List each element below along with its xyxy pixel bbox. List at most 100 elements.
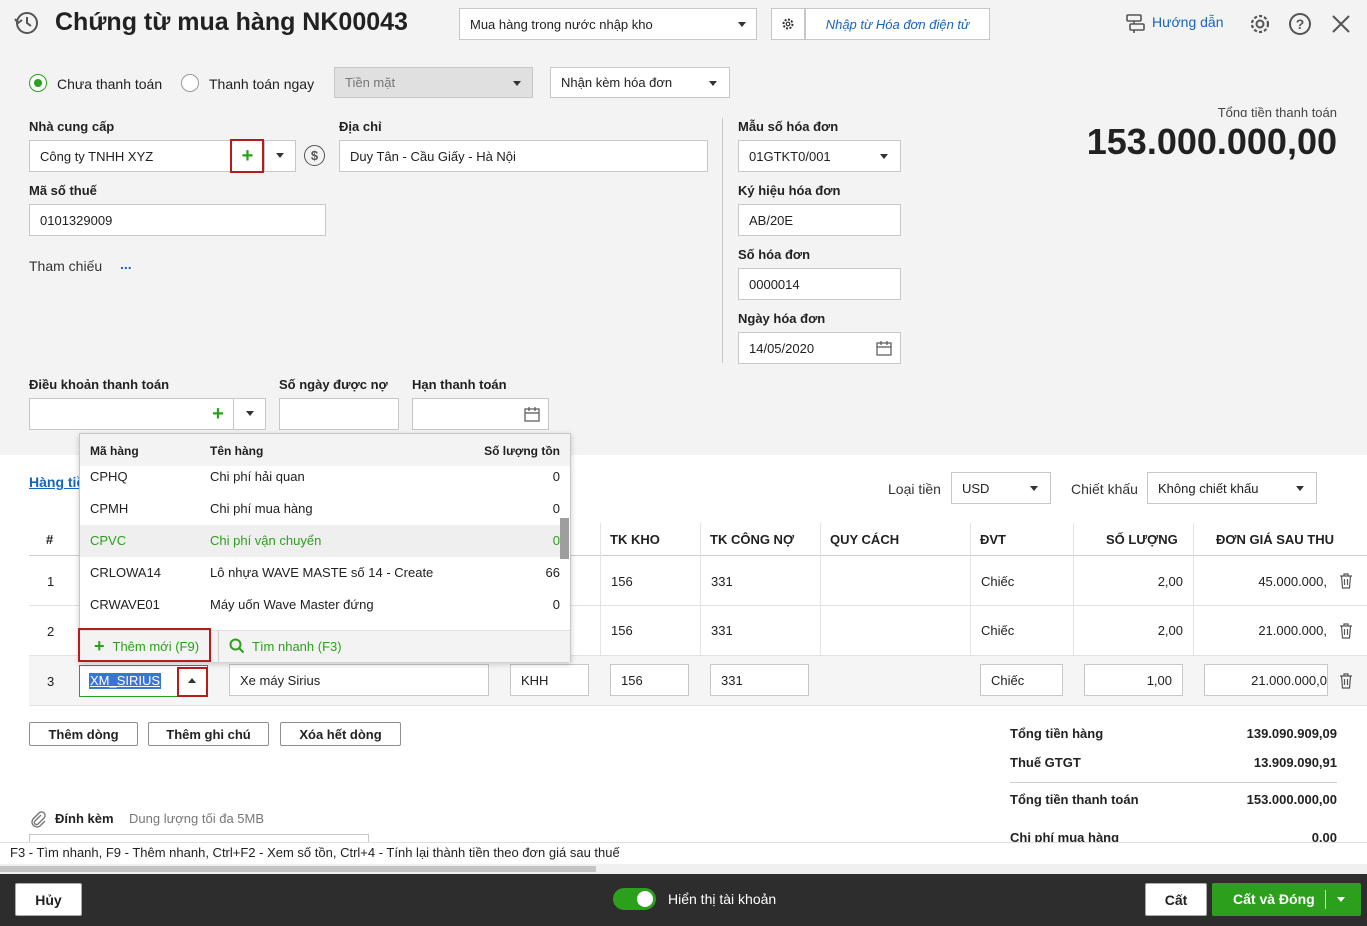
invoice-mode-value: Nhận kèm hóa đơn bbox=[561, 75, 673, 90]
dvt-input[interactable]: Chiếc bbox=[980, 664, 1063, 696]
payment-method-select[interactable]: Tiền mặt bbox=[334, 67, 533, 98]
row-dvt: Chiếc bbox=[981, 574, 1015, 589]
row-tk-cong-no: 331 bbox=[711, 574, 733, 589]
unit-price-value: 21.000.000,0 bbox=[1251, 672, 1327, 688]
row-tk-cong-no: 331 bbox=[711, 623, 733, 638]
help-icon[interactable]: ? bbox=[1288, 12, 1312, 36]
chevron-down-icon bbox=[513, 81, 521, 86]
horizontal-scrollbar[interactable] bbox=[0, 864, 1367, 874]
add-note-button[interactable]: Thêm ghi chú bbox=[148, 722, 269, 746]
page-title: Chứng từ mua hàng NK00043 bbox=[55, 8, 408, 36]
highlight-box bbox=[78, 628, 211, 662]
due-date-input[interactable] bbox=[412, 398, 549, 430]
reference-more-link[interactable]: ... bbox=[120, 256, 132, 272]
tax-code-input[interactable]: 0101329009 bbox=[29, 204, 326, 236]
invoice-form-select[interactable]: 01GTKT0/001 bbox=[738, 140, 901, 172]
chevron-down-icon[interactable] bbox=[1337, 897, 1345, 902]
summary-goods-label: Tổng tiền hàng bbox=[1010, 726, 1104, 741]
dropdown-scrollbar[interactable] bbox=[560, 518, 569, 559]
tk-kho-input[interactable]: 156 bbox=[610, 664, 689, 696]
invoice-mode-select[interactable]: Nhận kèm hóa đơn bbox=[550, 67, 730, 98]
tk-kho-value: 156 bbox=[621, 672, 643, 688]
currency-select[interactable]: USD bbox=[951, 472, 1051, 504]
invoice-number-input[interactable]: 0000014 bbox=[738, 268, 901, 300]
tk-cong-no-value: 331 bbox=[721, 672, 743, 688]
discount-label: Chiết khấu bbox=[1071, 481, 1138, 497]
currency-value: USD bbox=[962, 480, 990, 496]
summary-cost-label: Chi phí mua hàng bbox=[1010, 830, 1120, 842]
save-close-button[interactable]: Cất và Đóng bbox=[1212, 883, 1361, 916]
doc-type-select[interactable]: Mua hàng trong nước nhập kho bbox=[459, 8, 757, 40]
list-item[interactable]: CPHQ Chi phí hải quan 0 bbox=[80, 466, 560, 493]
col-so-luong: SỐ LƯỢNG bbox=[1106, 531, 1178, 547]
credit-days-input[interactable] bbox=[279, 398, 399, 430]
total-value: 153.000.000,00 bbox=[1086, 121, 1337, 162]
history-icon[interactable] bbox=[14, 10, 40, 36]
col-quy-cach: QUY CÁCH bbox=[830, 531, 900, 547]
save-button[interactable]: Cất bbox=[1145, 883, 1207, 916]
import-einvoice-button[interactable]: Nhập từ Hóa đơn điện tử bbox=[805, 8, 990, 40]
invoice-sign-input[interactable]: AB/20E bbox=[738, 204, 901, 236]
unit-price-input[interactable]: 21.000.000,0 bbox=[1204, 664, 1328, 696]
show-account-toggle[interactable] bbox=[613, 888, 656, 910]
vertical-divider bbox=[722, 118, 723, 363]
tax-code-label: Mã số thuế bbox=[29, 183, 97, 198]
item-name: Lô nhựa WAVE MASTE số 14 - Create bbox=[210, 565, 434, 580]
item-stock: 0 bbox=[552, 533, 560, 548]
calendar-icon[interactable] bbox=[524, 406, 540, 422]
list-item[interactable]: CPMH Chi phí mua hàng 0 bbox=[80, 493, 560, 525]
invoice-form-label: Mẫu số hóa đơn bbox=[738, 119, 839, 134]
save-close-label: Cất và Đóng bbox=[1233, 891, 1315, 907]
row-tk-kho: 156 bbox=[611, 623, 633, 638]
cancel-button[interactable]: Hủy bbox=[15, 883, 82, 916]
guide-link[interactable]: Hướng dẫn bbox=[1152, 14, 1223, 30]
discount-select[interactable]: Không chiết khấu bbox=[1147, 472, 1317, 504]
quantity-input[interactable]: 1,00 bbox=[1084, 664, 1183, 696]
dropdown-col-code: Mã hàng bbox=[90, 444, 139, 458]
item-stock: 0 bbox=[552, 469, 560, 484]
gear-icon bbox=[782, 18, 794, 30]
item-name: Chi phí mua hàng bbox=[210, 501, 313, 516]
item-code: CRLOWA14 bbox=[90, 565, 162, 580]
add-terms-button[interactable]: + bbox=[205, 399, 231, 429]
address-value: Duy Tân - Cầu Giấy - Hà Nội bbox=[350, 148, 516, 164]
attachment-label: Đính kèm bbox=[55, 811, 114, 826]
radio-unpaid[interactable] bbox=[29, 74, 47, 92]
unit-code-input[interactable]: KHH bbox=[510, 664, 589, 696]
item-name-input[interactable]: Xe máy Sirius bbox=[229, 664, 489, 696]
guide-icon[interactable] bbox=[1124, 12, 1146, 34]
item-code-selected-text: XM_SIRIUS bbox=[89, 673, 162, 689]
doc-type-value: Mua hàng trong nước nhập kho bbox=[470, 16, 653, 32]
list-item-hover[interactable]: CPVC Chi phí vận chuyển 0 bbox=[80, 525, 560, 557]
trash-icon[interactable] bbox=[1339, 623, 1353, 639]
summary-total-value: 153.000.000,00 bbox=[1246, 792, 1337, 807]
close-icon[interactable] bbox=[1330, 13, 1352, 35]
reference-label: Tham chiếu bbox=[29, 258, 103, 274]
calendar-icon[interactable] bbox=[876, 340, 892, 356]
item-stock: 0 bbox=[552, 597, 560, 612]
radio-pay-now[interactable] bbox=[181, 74, 199, 92]
attachment-hint: Dung lượng tối đa 5MB bbox=[129, 811, 265, 826]
col-tk-cong-no: TK CÔNG NỢ bbox=[710, 531, 795, 547]
terms-dropdown-toggle[interactable] bbox=[233, 399, 265, 429]
tab-goods[interactable]: Hàng tiề bbox=[29, 474, 84, 490]
clear-rows-button[interactable]: Xóa hết dòng bbox=[280, 722, 401, 746]
currency-dollar-icon[interactable]: $ bbox=[304, 145, 325, 166]
quick-search-button[interactable]: Tìm nhanh (F3) bbox=[218, 630, 368, 662]
settings-icon[interactable] bbox=[1248, 12, 1272, 36]
invoice-date-input[interactable]: 14/05/2020 bbox=[738, 332, 901, 364]
address-input[interactable]: Duy Tân - Cầu Giấy - Hà Nội bbox=[339, 140, 708, 172]
summary-goods-value: 139.090.909,09 bbox=[1246, 726, 1337, 741]
add-row-button[interactable]: Thêm dòng bbox=[29, 722, 138, 746]
supplier-dropdown-toggle[interactable] bbox=[264, 141, 295, 171]
quantity-value: 1,00 bbox=[1146, 672, 1172, 688]
settings-small-button[interactable] bbox=[771, 8, 805, 40]
trash-icon[interactable] bbox=[1339, 573, 1353, 589]
shortcut-hint-bar: F3 - Tìm nhanh, F9 - Thêm nhanh, Ctrl+F2… bbox=[0, 842, 1367, 864]
chevron-down-icon bbox=[246, 411, 254, 416]
list-item[interactable]: CRLOWA14 Lô nhựa WAVE MASTE số 14 - Crea… bbox=[80, 557, 560, 589]
tk-cong-no-input[interactable]: 331 bbox=[710, 664, 809, 696]
row-dvt: Chiếc bbox=[981, 623, 1015, 638]
list-item[interactable]: CRWAVE01 Máy uốn Wave Master đứng 0 bbox=[80, 589, 560, 621]
trash-icon[interactable] bbox=[1339, 673, 1353, 689]
